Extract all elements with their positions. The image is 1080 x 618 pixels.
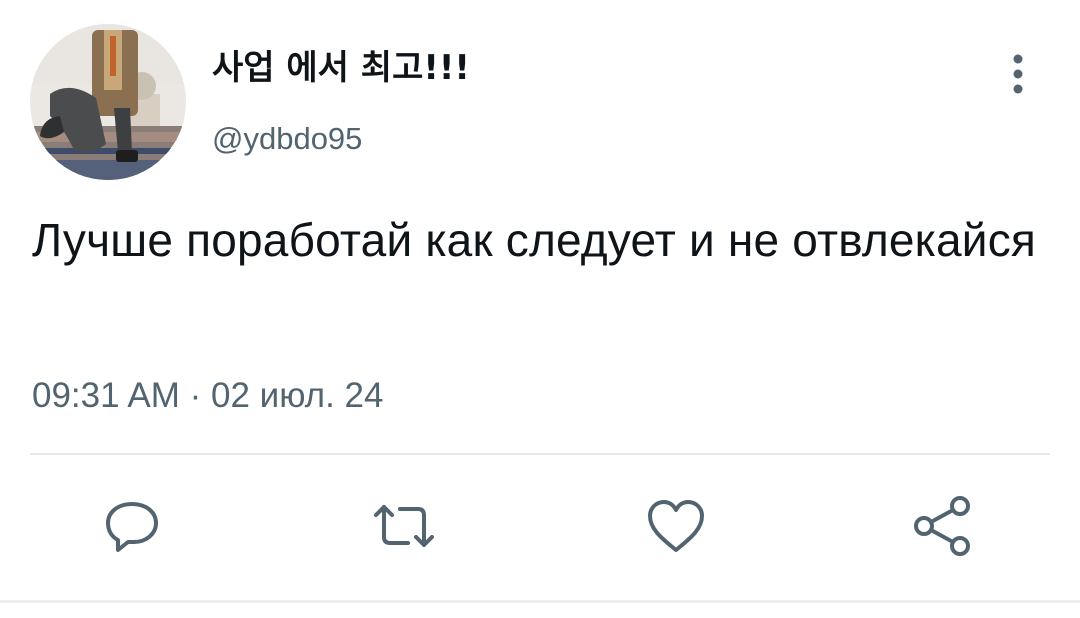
reply-icon [106, 502, 158, 552]
tweet-timestamp[interactable]: 09:31 AM · 02 июл. 24 [32, 372, 383, 420]
tweet-text: Лучше поработай как следует и не отвлека… [32, 214, 1037, 266]
more-options-button[interactable] [996, 52, 1040, 96]
retweet-button[interactable] [372, 494, 436, 558]
more-vertical-icon [1013, 54, 1023, 94]
share-icon [914, 496, 970, 556]
retweet-icon [374, 505, 434, 547]
bottom-divider [0, 600, 1080, 603]
heart-icon [648, 500, 704, 552]
like-button[interactable] [644, 494, 708, 558]
share-button[interactable] [912, 494, 976, 558]
divider [30, 453, 1050, 455]
avatar[interactable] [30, 24, 186, 180]
display-name[interactable]: 사업 에서 최고!!! [212, 42, 470, 94]
reply-button[interactable] [100, 494, 164, 558]
user-handle[interactable]: @ydbdo95 [212, 118, 362, 160]
